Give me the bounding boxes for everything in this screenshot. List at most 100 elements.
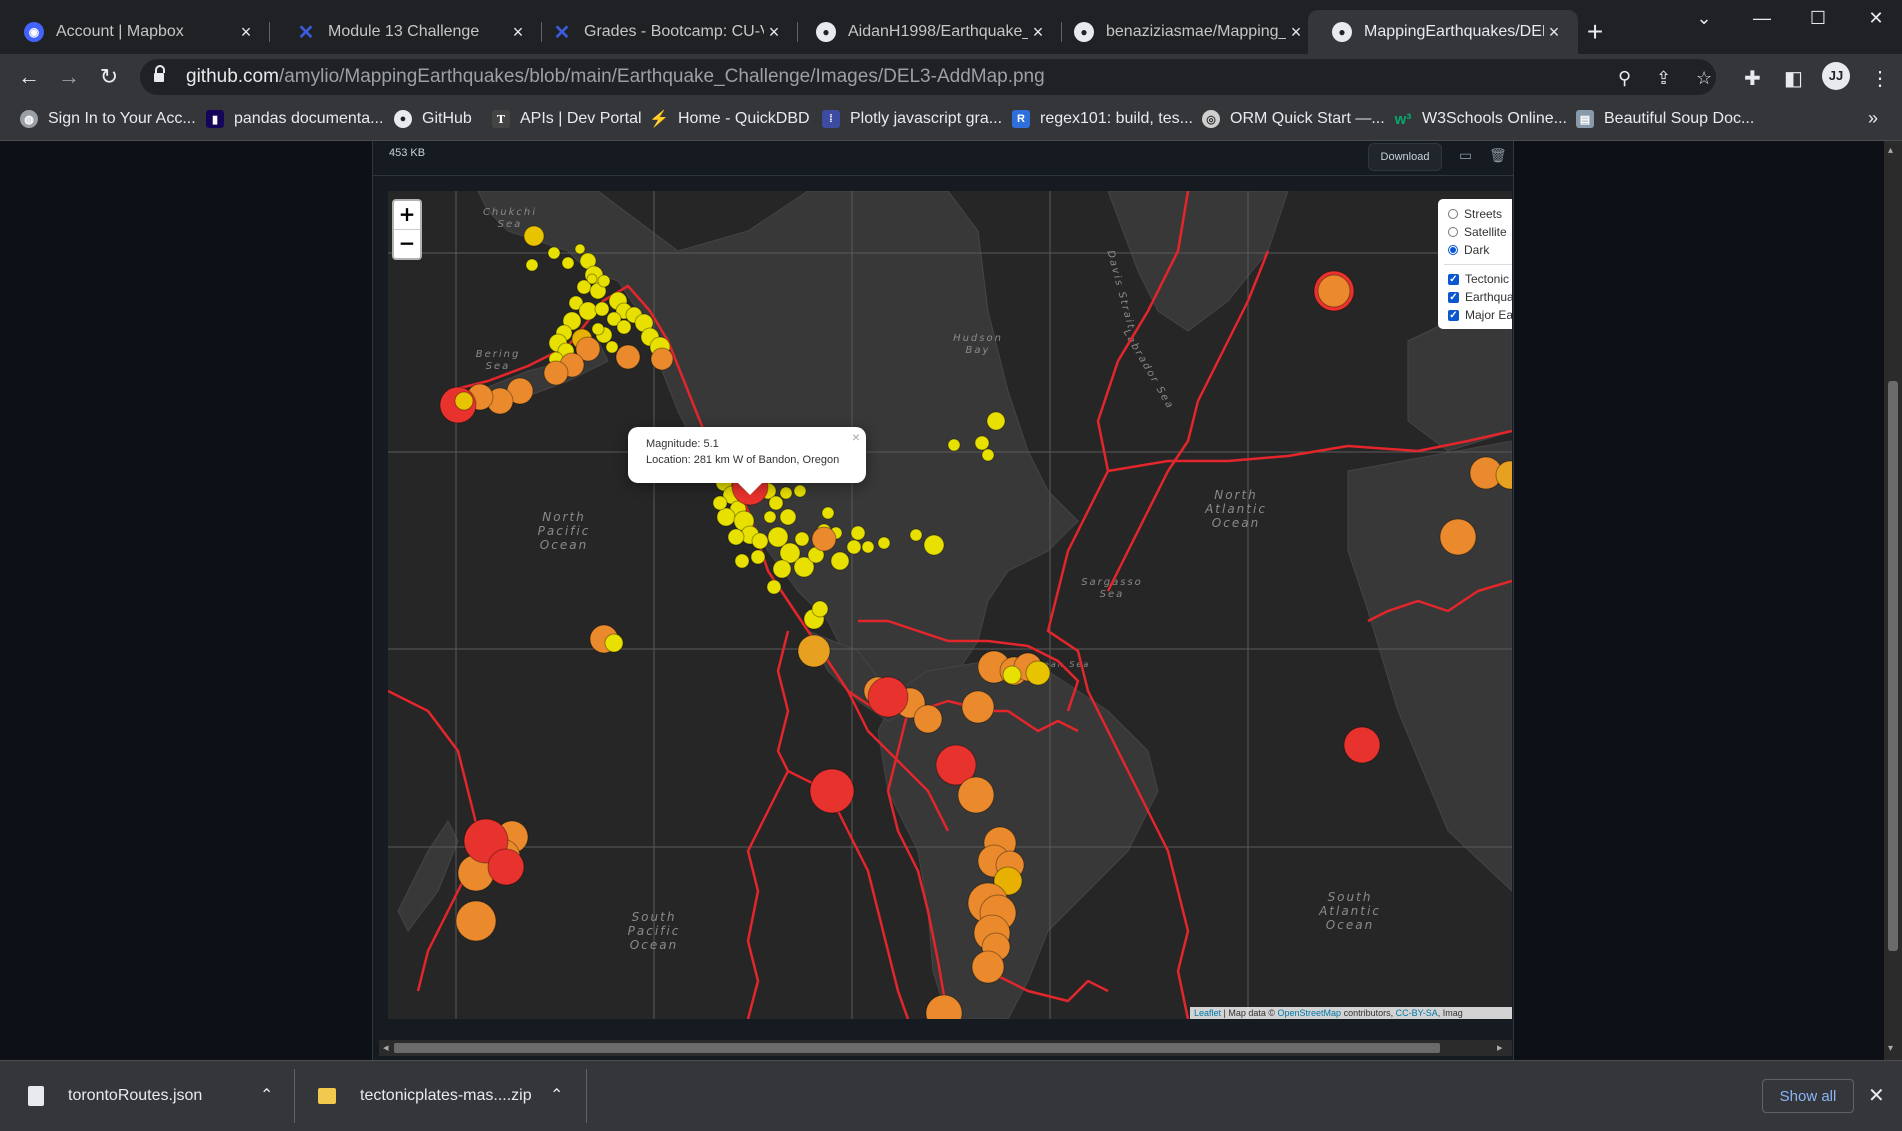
zoom-out-button[interactable]: − (394, 229, 420, 258)
close-tab-icon[interactable]: × (764, 22, 784, 43)
bookmark-star-icon[interactable]: ☆ (1696, 68, 1712, 89)
tab-title: Module 13 Challenge (328, 23, 480, 40)
tab-module-13[interactable]: ✕ Module 13 Challenge × (272, 10, 542, 54)
new-zealand-land (397, 820, 459, 932)
close-tab-icon[interactable]: × (1028, 22, 1048, 43)
close-tab-icon[interactable]: × (508, 22, 528, 43)
scrollbar-thumb[interactable] (1888, 381, 1898, 951)
scroll-down-icon[interactable]: ▾ (1888, 1043, 1893, 1054)
label-south-pacific-ocean: South Pacific Ocean (628, 910, 681, 952)
bootcamp-icon: ✕ (297, 21, 315, 44)
maximize-button[interactable]: ☐ (1798, 8, 1838, 36)
plate-boundary-pacific-south (787, 769, 910, 1019)
extensions-icon[interactable]: ✚ (1744, 66, 1761, 91)
radio-selected-icon[interactable] (1448, 245, 1458, 255)
radio-icon[interactable] (1448, 227, 1458, 237)
tab-benaziziasmae-mapping[interactable]: ● benaziziasmae/Mapping_E × (1050, 10, 1320, 54)
horizontal-scrollbar[interactable]: ◂ ▸ (379, 1040, 1512, 1056)
earthquake-marker (591, 322, 605, 336)
layer-label: Tectonic (1465, 272, 1510, 286)
base-layer-streets[interactable]: Streets (1448, 205, 1512, 223)
bookmark-item[interactable]: T APIs | Dev Portal (492, 110, 642, 128)
forward-button[interactable]: → (54, 62, 84, 92)
zoom-icon[interactable]: ⚲ (1618, 68, 1631, 89)
leaflet-link[interactable]: Leaflet (1194, 1008, 1221, 1018)
address-bar[interactable]: github.com/amylio/MappingEarthquakes/blo… (140, 59, 1716, 95)
tab-mapping-earthquakes[interactable]: ● MappingEarthquakes/DEL3 × (1308, 10, 1578, 54)
bookmark-item[interactable]: ▤ Beautiful Soup Doc... (1576, 110, 1754, 128)
checkbox-checked-icon[interactable]: ✓ (1448, 273, 1459, 285)
close-tab-icon[interactable]: × (1286, 22, 1306, 43)
folder-zip-icon (318, 1088, 336, 1104)
display-icon[interactable]: ▭ (1459, 147, 1472, 164)
minimize-button[interactable]: — (1742, 8, 1782, 36)
scroll-right-icon[interactable]: ▸ (1497, 1041, 1503, 1054)
tab-grades[interactable]: ✕ Grades - Bootcamp: CU-VIR × (528, 10, 798, 54)
base-layer-dark[interactable]: Dark (1448, 241, 1512, 259)
download-button[interactable]: Download (1368, 143, 1442, 171)
bookmark-item[interactable]: ◎ ORM Quick Start —... (1202, 110, 1385, 128)
trash-icon[interactable]: 🗑 (1489, 147, 1507, 164)
new-tab-button[interactable]: + (1580, 16, 1610, 48)
scroll-left-icon[interactable]: ◂ (383, 1041, 389, 1054)
close-tab-icon[interactable]: × (1544, 22, 1564, 43)
tab-separator (269, 22, 270, 42)
bookmark-item[interactable]: w³ W3Schools Online... (1394, 110, 1567, 128)
close-tab-icon[interactable]: × (236, 22, 256, 43)
earthquake-marker (1025, 660, 1051, 686)
show-all-button[interactable]: Show all (1762, 1079, 1854, 1113)
tab-search-icon[interactable]: ⌄ (1684, 8, 1724, 36)
vertical-scrollbar[interactable]: ▴ ▾ (1884, 141, 1902, 1060)
close-window-button[interactable]: ✕ (1856, 8, 1896, 36)
tab-title: Account | Mapbox (56, 23, 184, 40)
bookmark-item[interactable]: ▮ pandas documenta... (206, 110, 383, 128)
close-icon[interactable]: × (852, 429, 860, 445)
africa-land (1347, 440, 1512, 892)
url-path: /amylio/MappingEarthquakes/blob/main/Ear… (278, 66, 1045, 87)
bookmark-item[interactable]: ● GitHub (394, 110, 472, 128)
overlay-earthquakes[interactable]: ✓ Earthqua (1448, 288, 1512, 306)
earthquake-map[interactable]: Chukchi Sea Bering Sea Hudson Bay Labrador … (388, 191, 1512, 1019)
side-panel-icon[interactable]: ◧ (1784, 66, 1803, 91)
osm-link[interactable]: OpenStreetMap (1278, 1008, 1342, 1018)
bookmark-item[interactable]: ⚡ Home - QuickDBD (649, 110, 810, 128)
earthquake-marker (604, 633, 624, 653)
back-button[interactable]: ← (14, 62, 44, 92)
menu-icon[interactable]: ⋮ (1870, 66, 1890, 91)
chevron-up-icon[interactable]: ⌃ (260, 1085, 273, 1105)
checkbox-checked-icon[interactable]: ✓ (1448, 291, 1459, 303)
base-layer-satellite[interactable]: Satellite (1448, 223, 1512, 241)
more-bookmarks-icon[interactable]: » (1868, 108, 1878, 129)
tab-mapbox-account[interactable]: ◉ Account | Mapbox × (0, 10, 270, 54)
earthquake-marker (727, 528, 745, 546)
download-item[interactable]: torontoRoutes.json (28, 1071, 202, 1121)
bookmark-item[interactable]: ◍ Sign In to Your Acc... (20, 110, 196, 128)
layer-control: Streets Satellite Dark ✓ Tectonic ✓ Eart… (1438, 199, 1512, 329)
close-icon[interactable]: ✕ (1868, 1083, 1885, 1108)
popup-tip (736, 481, 764, 495)
earthquake-marker (763, 510, 777, 524)
bookmark-label: Home - QuickDBD (678, 110, 810, 127)
scroll-up-icon[interactable]: ▴ (1888, 145, 1893, 156)
download-item[interactable]: tectonicplates-mas....zip (318, 1071, 532, 1121)
share-icon[interactable]: ⇪ (1656, 68, 1671, 89)
radio-icon[interactable] (1448, 209, 1458, 219)
earthquake-marker (586, 273, 598, 285)
bookmark-label: ORM Quick Start —... (1230, 110, 1385, 127)
bookmark-item[interactable]: ⁞ Plotly javascript gra... (822, 110, 1002, 128)
zoom-in-button[interactable]: + (394, 201, 420, 229)
earthquake-marker (793, 484, 807, 498)
checkbox-checked-icon[interactable]: ✓ (1448, 309, 1459, 321)
download-filename: torontoRoutes.json (68, 1087, 203, 1104)
earthquake-marker (809, 768, 855, 814)
overlay-major-earthquakes[interactable]: ✓ Major Ea (1448, 306, 1512, 324)
reload-button[interactable]: ↻ (94, 62, 124, 92)
chevron-up-icon[interactable]: ⌃ (550, 1085, 563, 1105)
scrollbar-thumb[interactable] (394, 1043, 1440, 1053)
bookmark-item[interactable]: R regex101: build, tes... (1012, 110, 1193, 128)
profile-avatar[interactable]: JJ (1822, 62, 1850, 90)
github-icon: ● (1074, 22, 1094, 42)
tab-aidan-earthquake[interactable]: ● AidanH1998/Earthquake_M × (792, 10, 1062, 54)
overlay-tectonic[interactable]: ✓ Tectonic (1448, 270, 1512, 288)
license-link[interactable]: CC-BY-SA (1396, 1008, 1438, 1018)
